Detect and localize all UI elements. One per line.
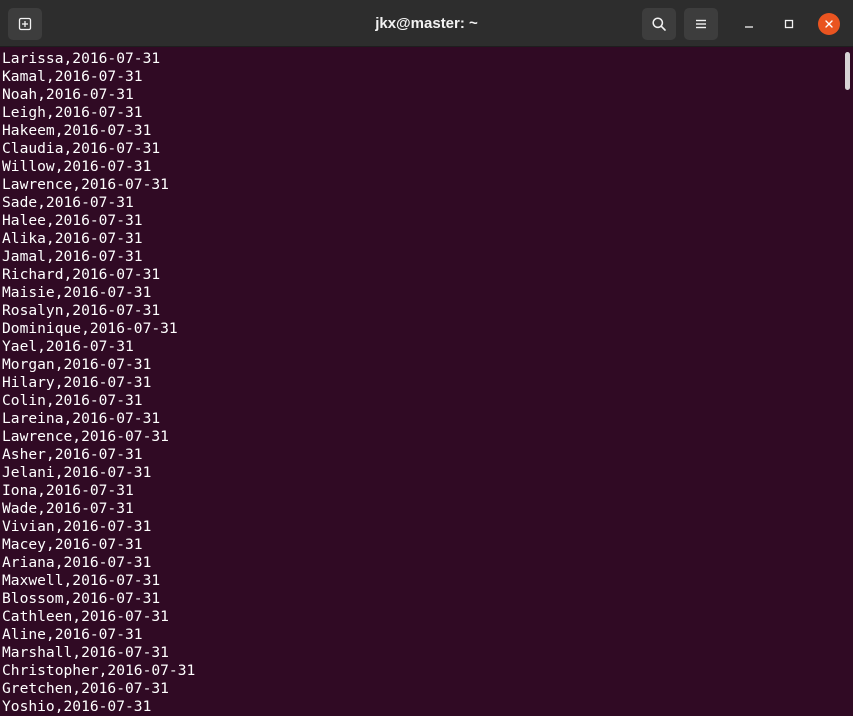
terminal-line: Vivian,2016-07-31 bbox=[2, 518, 152, 535]
terminal-line: Kamal,2016-07-31 bbox=[2, 68, 143, 85]
terminal-line: Sade,2016-07-31 bbox=[2, 194, 134, 211]
terminal-line: Iona,2016-07-31 bbox=[2, 482, 134, 499]
terminal-line: Ariana,2016-07-31 bbox=[2, 554, 152, 571]
terminal-line: Christopher,2016-07-31 bbox=[2, 662, 196, 679]
maximize-icon bbox=[784, 19, 794, 29]
window-title: jkx@master: ~ bbox=[375, 15, 478, 32]
new-tab-button[interactable] bbox=[8, 8, 42, 40]
terminal-line: Maisie,2016-07-31 bbox=[2, 284, 152, 301]
terminal-line: Hakeem,2016-07-31 bbox=[2, 122, 152, 139]
search-icon bbox=[652, 17, 666, 31]
terminal-line: Jamal,2016-07-31 bbox=[2, 248, 143, 265]
terminal-line: Dominique,2016-07-31 bbox=[2, 320, 178, 337]
terminal-line: Marshall,2016-07-31 bbox=[2, 644, 169, 661]
terminal-line: Richard,2016-07-31 bbox=[2, 266, 161, 283]
terminal-line: Asher,2016-07-31 bbox=[2, 446, 143, 463]
minimize-button[interactable] bbox=[738, 13, 760, 35]
close-button[interactable] bbox=[818, 13, 840, 35]
menu-button[interactable] bbox=[684, 8, 718, 40]
terminal-line: Larissa,2016-07-31 bbox=[2, 50, 161, 67]
terminal-line: Hilary,2016-07-31 bbox=[2, 374, 152, 391]
terminal-line: Yael,2016-07-31 bbox=[2, 338, 134, 355]
terminal-line: Blossom,2016-07-31 bbox=[2, 590, 161, 607]
terminal-line: Macey,2016-07-31 bbox=[2, 536, 143, 553]
terminal-line: Rosalyn,2016-07-31 bbox=[2, 302, 161, 319]
terminal-line: Claudia,2016-07-31 bbox=[2, 140, 161, 157]
terminal-line: Leigh,2016-07-31 bbox=[2, 104, 143, 121]
terminal-line: Lawrence,2016-07-31 bbox=[2, 176, 169, 193]
terminal-scrollbar[interactable] bbox=[841, 48, 853, 716]
minimize-icon bbox=[745, 26, 753, 28]
terminal-line: Gretchen,2016-07-31 bbox=[2, 680, 169, 697]
terminal-line: Yoshio,2016-07-31 bbox=[2, 698, 152, 715]
terminal-output[interactable]: Larissa,2016-07-31 Kamal,2016-07-31 Noah,2… bbox=[0, 48, 853, 716]
terminal-line: Willow,2016-07-31 bbox=[2, 158, 152, 175]
search-button[interactable] bbox=[642, 8, 676, 40]
terminal-line: Morgan,2016-07-31 bbox=[2, 356, 152, 373]
terminal-line: Lawrence,2016-07-31 bbox=[2, 428, 169, 445]
terminal-line: Jelani,2016-07-31 bbox=[2, 464, 152, 481]
close-icon bbox=[825, 20, 833, 28]
terminal-line: Halee,2016-07-31 bbox=[2, 212, 143, 229]
terminal-line: Colin,2016-07-31 bbox=[2, 392, 143, 409]
maximize-button[interactable] bbox=[778, 13, 800, 35]
terminal-lines: Larissa,2016-07-31 Kamal,2016-07-31 Noah,2… bbox=[2, 50, 195, 716]
terminal-line: Lareina,2016-07-31 bbox=[2, 410, 161, 427]
new-tab-icon bbox=[18, 17, 32, 31]
header-bar[interactable]: jkx@master: ~ bbox=[0, 0, 853, 47]
terminal-line: Cathleen,2016-07-31 bbox=[2, 608, 169, 625]
scrollbar-thumb[interactable] bbox=[845, 52, 850, 90]
terminal-line: Aline,2016-07-31 bbox=[2, 626, 143, 643]
terminal-line: Noah,2016-07-31 bbox=[2, 86, 134, 103]
terminal-line: Alika,2016-07-31 bbox=[2, 230, 143, 247]
terminal-window: jkx@master: ~ Larissa,2016-07-31 Kamal,2… bbox=[0, 0, 853, 716]
terminal-line: Wade,2016-07-31 bbox=[2, 500, 134, 517]
hamburger-menu-icon bbox=[696, 19, 706, 29]
terminal-line: Maxwell,2016-07-31 bbox=[2, 572, 161, 589]
